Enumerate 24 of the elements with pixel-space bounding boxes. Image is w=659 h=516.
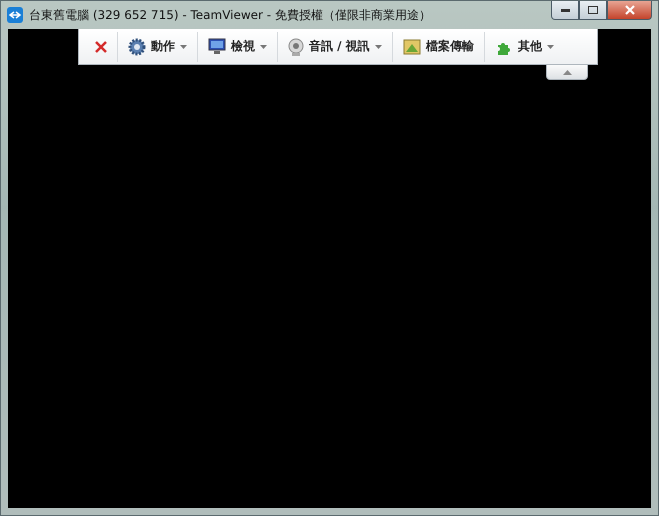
file-transfer-icon (402, 38, 421, 56)
toolbar-button[interactable]: 檔案傳輸 (392, 32, 485, 62)
collapse-toolbar-tab[interactable] (546, 65, 588, 80)
app-icon (7, 7, 23, 23)
toolbar-menu-button[interactable]: 音訊 / 視訊 (278, 32, 393, 62)
maximize-button[interactable] (579, 1, 607, 20)
caret-up-icon (562, 70, 572, 74)
caret-icon (546, 44, 554, 48)
maximize-icon (588, 6, 598, 14)
caret-icon (180, 44, 187, 48)
monitor-icon (208, 38, 226, 55)
gear-icon (128, 38, 146, 56)
close-window-button[interactable] (607, 1, 652, 20)
window-title: 台東舊電腦 (329 652 715) - TeamViewer - 免費授權（僅限非商業用途） (29, 6, 432, 24)
caret-icon (260, 44, 267, 48)
caret-icon (374, 44, 382, 48)
webcam-icon (288, 38, 304, 56)
toolbar-menu-button[interactable]: 動作 (118, 32, 198, 62)
toolbar-menu-button[interactable]: 其他 (484, 32, 564, 62)
close-icon (624, 5, 634, 15)
minimize-button[interactable] (551, 1, 579, 20)
toolbar-menu-button[interactable]: 檢視 (198, 32, 278, 62)
close-icon (95, 40, 107, 52)
minimize-icon (560, 8, 570, 12)
